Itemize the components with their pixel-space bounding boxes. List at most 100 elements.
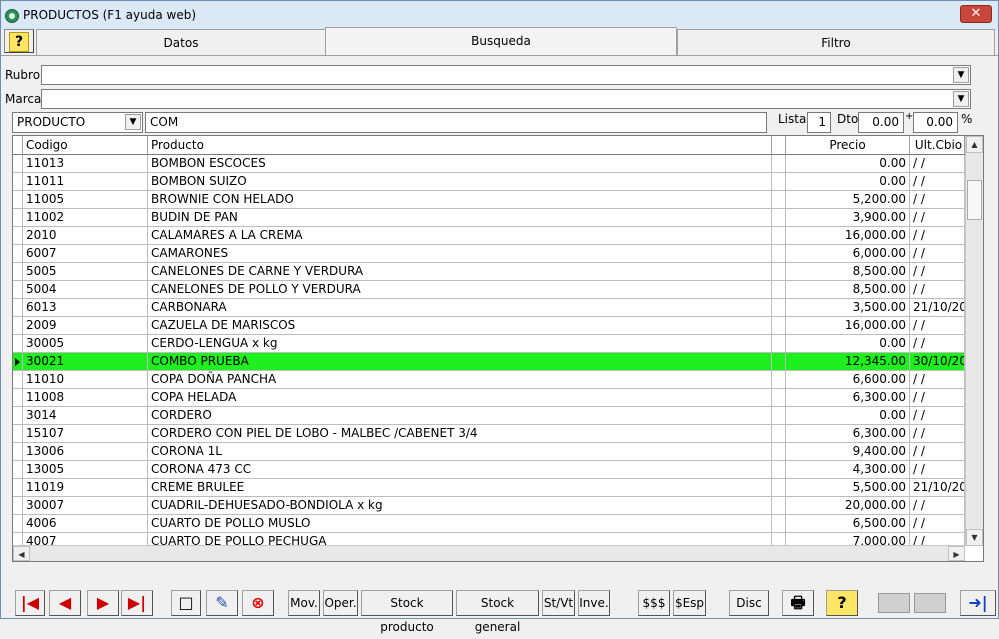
exit-icon[interactable]: ➜| — [960, 590, 996, 616]
table-row[interactable]: 13005 CORONA 473 CC 4,300.00/ / — [13, 461, 965, 479]
help-tab-button[interactable]: ? — [4, 29, 34, 53]
chevron-down-icon[interactable]: ▼ — [953, 67, 969, 83]
row-indicator — [13, 461, 23, 478]
printer-icon[interactable]: 🖶 — [782, 590, 814, 616]
table-row[interactable]: 3014 CORDERO 0.00/ / — [13, 407, 965, 425]
cell-blank — [772, 317, 786, 334]
table-row[interactable]: 30007 CUADRIL-DEHUESADO-BONDIOLA x kg 20,0… — [13, 497, 965, 515]
oper-button[interactable]: Oper. — [323, 590, 358, 616]
esp-button[interactable]: $Esp — [673, 590, 706, 616]
st-vt-button[interactable]: St/Vt — [542, 590, 575, 616]
table-row[interactable]: 15107 CORDERO CON PIEL DE LOBO - MALBEC /… — [13, 425, 965, 443]
blank-button-1[interactable] — [878, 593, 910, 613]
table-row[interactable]: 13006 CORONA 1L 9,400.00/ / — [13, 443, 965, 461]
cell-precio: 3,900.00 — [786, 209, 910, 226]
table-row[interactable]: 11008 COPA HELADA 6,300.00/ / — [13, 389, 965, 407]
scroll-thumb[interactable] — [967, 180, 982, 220]
cell-precio: 5,500.00 — [786, 479, 910, 496]
cell-ult-cbio: / / — [910, 227, 965, 244]
lista-field[interactable]: 1 — [807, 112, 831, 133]
stock-general-button[interactable]: Stock general — [456, 590, 539, 634]
table-row[interactable]: 30005 CERDO-LENGUA x kg 0.00/ / — [13, 335, 965, 353]
dto-field[interactable]: 0.00 — [858, 112, 904, 133]
tab-filtro[interactable]: Filtro — [677, 29, 995, 55]
row-indicator — [13, 515, 23, 532]
row-indicator — [13, 299, 23, 316]
cell-producto: CUADRIL-DEHUESADO-BONDIOLA x kg — [148, 497, 772, 514]
plus-field[interactable]: 0.00 — [913, 112, 958, 133]
table-row[interactable]: 30021COMBO PRUEBA 12,345.0030/10/2024 — [13, 353, 965, 371]
mov-button[interactable]: Mov. — [288, 590, 320, 616]
horizontal-scrollbar[interactable]: ◀ ▶ — [13, 545, 965, 561]
pesos-button[interactable]: $$$ — [638, 590, 670, 616]
tab-datos[interactable]: Datos — [36, 29, 326, 55]
products-grid[interactable]: Codigo Producto Precio Ult.Cbio 11013 BOM… — [12, 135, 984, 562]
table-row[interactable]: 11005 BROWNIE CON HELADO 5,200.00/ / — [13, 191, 965, 209]
bottom-toolbar: |◀ ◀ ▶ ▶| □ ✎ ⊗ Mov. Oper. Stock product… — [1, 587, 998, 634]
table-row[interactable]: 5004 CANELONES DE POLLO Y VERDURA 8,500.00… — [13, 281, 965, 299]
cell-codigo: 15107 — [23, 425, 148, 442]
table-row[interactable]: 11013 BOMBON ESCOCES 0.00/ / — [13, 155, 965, 173]
close-button[interactable]: ✕ — [960, 5, 992, 23]
table-row[interactable]: 6013CARBONARA 3,500.0021/10/2024 — [13, 299, 965, 317]
cell-blank — [772, 173, 786, 190]
table-row[interactable]: 5005 CANELONES DE CARNE Y VERDURA 8,500.00… — [13, 263, 965, 281]
cell-codigo: 5004 — [23, 281, 148, 298]
edit-record-icon[interactable]: ✎ — [206, 590, 238, 616]
cell-ult-cbio: / / — [910, 263, 965, 280]
scroll-up-icon[interactable]: ▲ — [966, 136, 983, 153]
blank-button-2[interactable] — [914, 593, 946, 613]
search-type-select[interactable]: PRODUCTO ▼ — [12, 112, 143, 133]
last-record-icon[interactable]: ▶| — [121, 590, 153, 616]
cell-blank — [772, 299, 786, 316]
cell-blank — [772, 371, 786, 388]
cell-precio: 8,500.00 — [786, 263, 910, 280]
cell-precio: 6,300.00 — [786, 389, 910, 406]
cell-codigo: 11013 — [23, 155, 148, 172]
tab-divider — [1, 55, 998, 56]
cell-codigo: 11019 — [23, 479, 148, 496]
row-indicator — [13, 155, 23, 172]
scroll-right-icon[interactable]: ▶ — [948, 546, 965, 561]
marca-select[interactable]: ▼ — [41, 89, 971, 109]
cell-producto: CAMARONES — [148, 245, 772, 262]
cell-blank — [772, 263, 786, 280]
table-row[interactable]: 2009 CAZUELA DE MARISCOS 16,000.00/ / — [13, 317, 965, 335]
rubro-select[interactable]: ▼ — [41, 65, 971, 85]
header-precio[interactable]: Precio — [786, 136, 910, 154]
cell-precio: 4,300.00 — [786, 461, 910, 478]
table-row[interactable]: 2010 CALAMARES A LA CREMA 16,000.00/ / — [13, 227, 965, 245]
stock-producto-button[interactable]: Stock producto — [361, 590, 453, 634]
new-document-icon[interactable]: □ — [171, 590, 201, 616]
table-row[interactable]: 4006 CUARTO DE POLLO MUSLO 6,500.00/ / — [13, 515, 965, 533]
disc-button[interactable]: Disc — [729, 590, 769, 616]
chevron-down-icon[interactable]: ▼ — [125, 114, 141, 130]
help-icon[interactable]: ? — [826, 590, 858, 616]
previous-record-icon[interactable]: ◀ — [49, 590, 81, 616]
table-row[interactable]: 11010 COPA DOÑA PANCHA 6,600.00/ / — [13, 371, 965, 389]
table-row[interactable]: 11002 BUDIN DE PAN 3,900.00/ / — [13, 209, 965, 227]
tab-bar: ? Datos Busqueda Filtro — [2, 27, 998, 55]
cell-codigo: 6013 — [23, 299, 148, 316]
first-record-icon[interactable]: |◀ — [15, 590, 45, 616]
chevron-down-icon[interactable]: ▼ — [953, 91, 969, 107]
cell-blank — [772, 497, 786, 514]
header-ult-cbio[interactable]: Ult.Cbio — [910, 136, 965, 154]
search-input[interactable]: COM — [145, 112, 767, 133]
next-record-icon[interactable]: ▶ — [87, 590, 119, 616]
cell-precio: 12,345.00 — [786, 353, 910, 370]
dto-label: Dto — [837, 112, 859, 126]
table-row[interactable]: 11011 BOMBON SUIZO 0.00/ / — [13, 173, 965, 191]
vertical-scrollbar[interactable]: ▲ ▼ — [965, 136, 983, 546]
inve-button[interactable]: Inve. — [578, 590, 610, 616]
header-producto[interactable]: Producto — [148, 136, 772, 154]
delete-record-icon[interactable]: ⊗ — [242, 590, 274, 616]
cell-precio: 0.00 — [786, 335, 910, 352]
table-row[interactable]: 6007 CAMARONES 6,000.00/ / — [13, 245, 965, 263]
header-codigo[interactable]: Codigo — [23, 136, 148, 154]
scroll-down-icon[interactable]: ▼ — [966, 529, 983, 546]
cell-producto: COPA HELADA — [148, 389, 772, 406]
tab-busqueda[interactable]: Busqueda — [325, 27, 677, 55]
table-row[interactable]: 11019CREME BRULEE 5,500.0021/10/2024 — [13, 479, 965, 497]
scroll-left-icon[interactable]: ◀ — [13, 546, 30, 561]
